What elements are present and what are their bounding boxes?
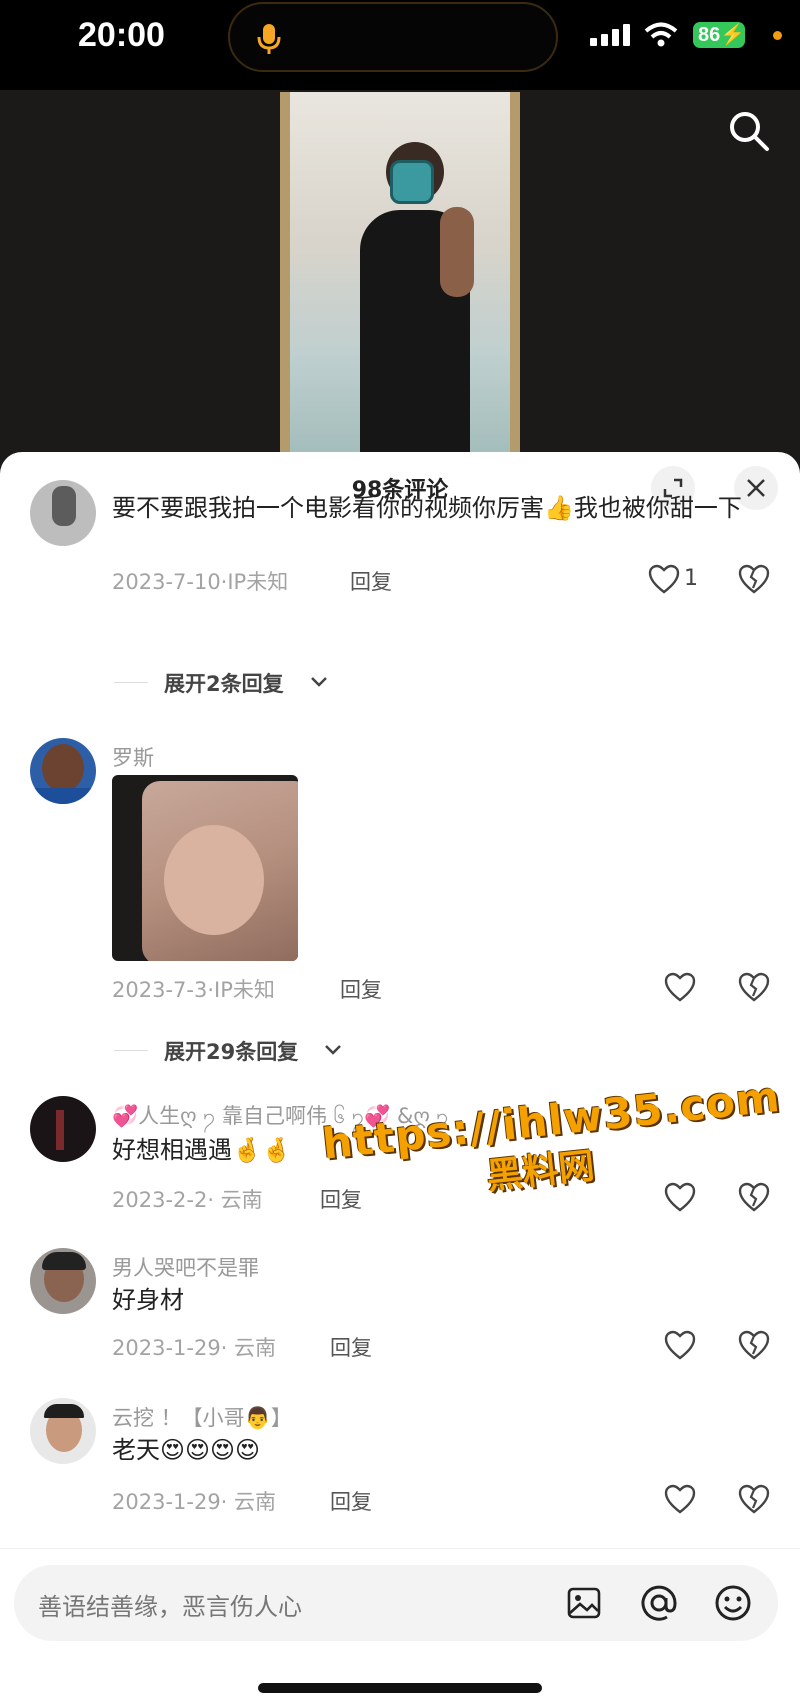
comment-username[interactable]: 罗斯	[112, 742, 154, 772]
comment-username[interactable]: 云挖 ！【小哥👨】	[112, 1402, 292, 1432]
video-player[interactable]	[0, 90, 800, 470]
wifi-icon	[644, 22, 678, 47]
heart-icon[interactable]	[664, 1182, 696, 1212]
dislike-icon[interactable]	[738, 1182, 770, 1212]
chevron-down-icon	[311, 677, 327, 687]
avatar[interactable]	[30, 480, 96, 546]
battery-level: 86	[698, 24, 721, 46]
comment-date: 2023-7-3·IP未知	[112, 978, 275, 1002]
comment-username[interactable]: 男人哭吧不是罪	[112, 1252, 259, 1282]
comment-text: 好身材	[112, 1286, 184, 1314]
dislike-icon[interactable]	[738, 1330, 770, 1360]
video-figure-arm	[440, 207, 474, 297]
comment-image[interactable]	[112, 775, 298, 961]
search-icon[interactable]	[728, 110, 770, 152]
emoji-icon[interactable]	[714, 1584, 752, 1622]
comment-input-bar: 善语结善缘，恶言伤人心	[0, 1548, 800, 1698]
avatar[interactable]	[30, 738, 96, 804]
comment-input[interactable]: 善语结善缘，恶言伤人心	[14, 1565, 778, 1641]
comment-input-placeholder: 善语结善缘，恶言伤人心	[38, 1593, 302, 1621]
comments-sheet: 98条评论 要不要跟我拍一个电影看你的视频你厉害👍我也被你甜一下 2023-7-…	[0, 452, 800, 1698]
expand-replies-label: 展开29条回复	[164, 1040, 299, 1064]
avatar[interactable]	[30, 1398, 96, 1464]
expand-replies-label: 展开2条回复	[164, 672, 284, 696]
reply-button[interactable]: 回复	[330, 1486, 372, 1516]
battery-indicator: 86⚡	[693, 22, 745, 48]
comment-text: 要不要跟我拍一个电影看你的视频你厉害👍我也被你甜一下	[112, 494, 742, 522]
dislike-icon[interactable]	[738, 1484, 770, 1514]
privacy-dot	[773, 31, 782, 40]
divider	[114, 1050, 148, 1051]
dislike-icon[interactable]	[738, 972, 770, 1002]
signal-icon	[590, 24, 630, 46]
heart-icon[interactable]	[664, 972, 696, 1002]
divider	[114, 682, 148, 683]
comment-date: 2023-1-29· 云南	[112, 1336, 277, 1360]
dislike-icon[interactable]	[738, 564, 770, 594]
reply-button[interactable]: 回复	[340, 974, 382, 1004]
at-icon[interactable]	[640, 1584, 678, 1622]
heart-icon[interactable]	[664, 1330, 696, 1360]
comment-date: 2023-2-2· 云南	[112, 1188, 263, 1212]
video-frame	[280, 92, 520, 470]
chevron-down-icon	[325, 1045, 341, 1055]
status-time: 20:00	[78, 16, 165, 54]
reply-button[interactable]: 回复	[330, 1332, 372, 1362]
comment-date: 2023-1-29· 云南	[112, 1490, 277, 1514]
comment-date: 2023-7-10·IP未知	[112, 570, 289, 594]
mic-icon	[257, 24, 281, 54]
home-indicator[interactable]	[258, 1683, 542, 1693]
comment-text: 老天😍😍😍😍	[112, 1436, 261, 1464]
status-bar: 20:00 86⚡	[0, 0, 800, 90]
avatar[interactable]	[30, 1096, 96, 1162]
image-icon[interactable]	[566, 1585, 602, 1621]
heart-icon[interactable]	[648, 564, 680, 594]
dynamic-island	[228, 2, 558, 72]
like-count: 1	[684, 566, 698, 591]
reply-button[interactable]: 回复	[350, 566, 392, 596]
avatar[interactable]	[30, 1248, 96, 1314]
heart-icon[interactable]	[664, 1484, 696, 1514]
sticker-image	[390, 160, 434, 204]
